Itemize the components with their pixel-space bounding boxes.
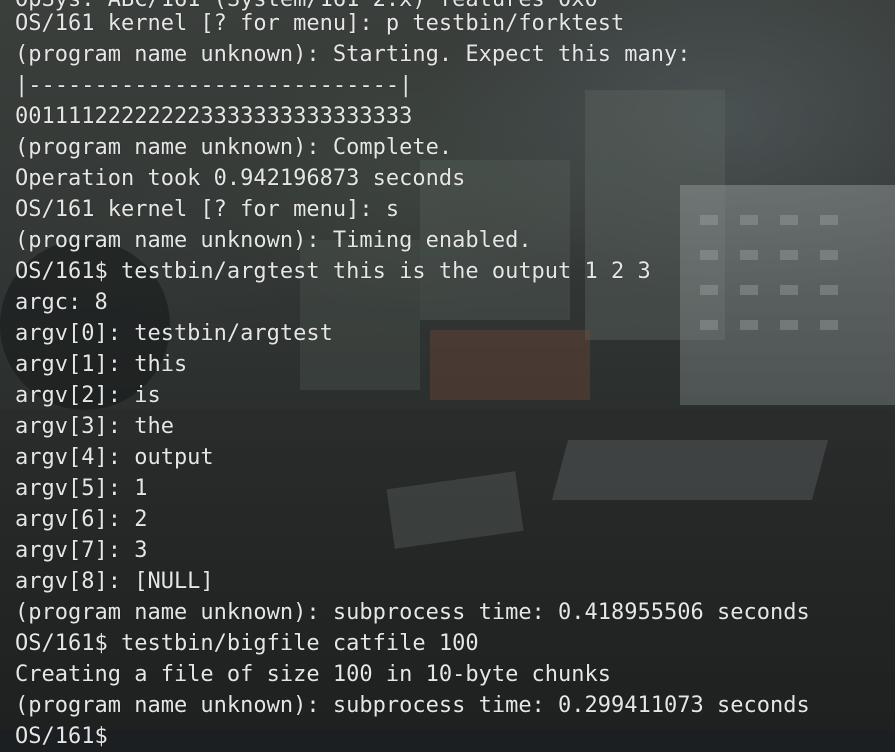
terminal-line: Operation took 0.942196873 seconds [15,166,466,191]
terminal-line: OS/161 kernel [? for menu]: s [15,197,400,222]
terminal-line: (program name unknown): subprocess time:… [15,693,810,718]
terminal-line: argv[8]: [NULL] [15,569,214,594]
terminal-line: argv[3]: the [15,414,174,439]
terminal-line: argv[4]: output [15,445,214,470]
terminal-line: 001111222222223333333333333333 [15,104,413,129]
terminal-prompt[interactable]: OS/161$ [15,721,108,752]
terminal-line: (program name unknown): Timing enabled. [15,228,532,253]
terminal-line: OS/161 kernel [? for menu]: p testbin/fo… [15,11,625,36]
terminal-line: (program name unknown): Starting. Expect… [15,42,691,67]
terminal-line: argv[0]: testbin/argtest [15,321,333,346]
terminal-line: argv[2]: is [15,383,161,408]
terminal-line: argv[5]: 1 [15,476,148,501]
terminal-line: |----------------------------| [15,73,413,98]
terminal-line: argv[1]: this [15,352,188,377]
terminal-output[interactable]: OpSys: ABC/161 (System/161 2.x) features… [0,0,895,749]
terminal-line: argv[6]: 2 [15,507,148,532]
terminal-line: Creating a file of size 100 in 10-byte c… [15,662,612,687]
terminal-line: (program name unknown): subprocess time:… [15,600,810,625]
terminal-line: OS/161$ testbin/argtest this is the outp… [15,259,651,284]
terminal-line: argv[7]: 3 [15,538,148,563]
terminal-line: OS/161$ testbin/bigfile catfile 100 [15,631,479,656]
terminal-line: argc: 8 [15,290,108,315]
terminal-line: (program name unknown): Complete. [15,135,453,160]
